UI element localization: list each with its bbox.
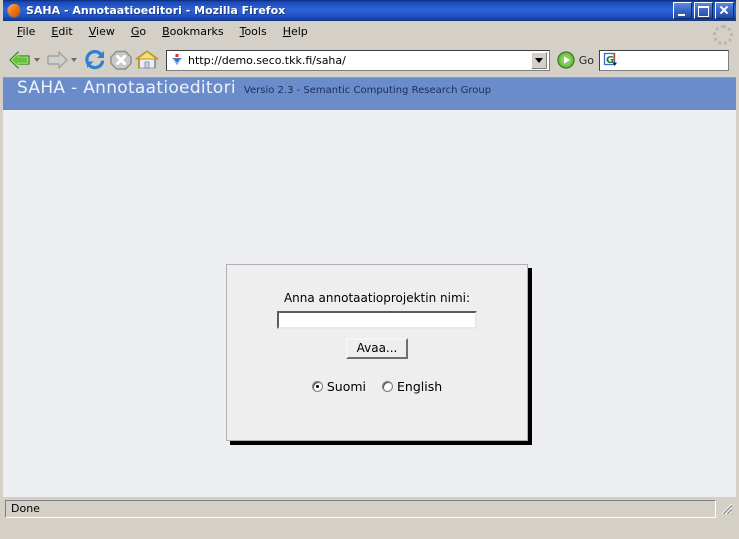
menu-item-help-rest: elp xyxy=(290,25,308,38)
close-button[interactable] xyxy=(715,2,734,19)
menu-item-file-rest: ile xyxy=(22,25,36,38)
navigation-toolbar: http://demo.seco.tkk.fi/saha/ Go G xyxy=(3,43,736,77)
google-g-icon[interactable]: G xyxy=(603,52,619,68)
reload-icon xyxy=(85,50,105,70)
site-banner: SAHA - Annotaatioeditori Versio 2.3 - Se… xyxy=(3,78,736,110)
browser-window: SAHA - Annotaatioeditori - Mozilla Firef… xyxy=(0,0,739,539)
project-name-input[interactable] xyxy=(277,311,477,329)
resize-grip-icon[interactable] xyxy=(718,500,734,518)
menu-item-view-rest: iew xyxy=(96,25,115,38)
go-label: Go xyxy=(578,53,594,67)
svg-text:G: G xyxy=(606,55,614,66)
site-favicon xyxy=(170,53,184,67)
language-label-suomi: Suomi xyxy=(326,379,366,394)
home-button[interactable] xyxy=(134,48,160,72)
menu-item-view[interactable]: View xyxy=(81,23,123,40)
firefox-icon xyxy=(6,3,22,19)
home-icon xyxy=(135,50,159,69)
page-viewport: SAHA - Annotaatioeditori Versio 2.3 - Se… xyxy=(3,77,736,497)
maximize-button[interactable] xyxy=(694,2,713,19)
minimize-button[interactable] xyxy=(673,2,692,19)
stop-icon xyxy=(110,50,132,70)
menu-item-go-rest: o xyxy=(139,25,147,38)
back-dropdown-caret[interactable] xyxy=(34,58,40,62)
radio-suomi-icon[interactable] xyxy=(311,381,323,392)
back-arrow-icon xyxy=(8,49,32,71)
menu-item-go[interactable]: Go xyxy=(123,23,154,40)
menu-item-bookmarks[interactable]: Bookmarks xyxy=(154,23,231,40)
language-option-english[interactable]: English xyxy=(382,379,442,394)
banner-title: SAHA - Annotaatioeditori xyxy=(17,78,236,98)
menu-item-file[interactable]: File xyxy=(9,23,43,40)
menu-item-edit[interactable]: Edit xyxy=(43,23,80,40)
menu-bar: File Edit View Go Bookmarks Tools Help xyxy=(3,21,736,45)
status-bar: Done xyxy=(3,497,736,519)
throbber-icon xyxy=(710,22,733,45)
menu-item-tools-rest: ools xyxy=(244,25,267,38)
menu-item-edit-rest: dit xyxy=(58,25,73,38)
forward-button[interactable] xyxy=(45,49,82,71)
language-radio-group: Suomi English xyxy=(227,379,527,394)
window-title: SAHA - Annotaatioeditori - Mozilla Firef… xyxy=(26,4,286,17)
url-bar[interactable]: http://demo.seco.tkk.fi/saha/ xyxy=(166,49,550,71)
language-label-english: English xyxy=(397,379,443,394)
banner-subtitle: Versio 2.3 - Semantic Computing Research… xyxy=(243,85,492,96)
go-arrow-icon xyxy=(557,51,575,69)
menu-item-tools[interactable]: Tools xyxy=(232,23,275,40)
menu-item-bookmarks-rest: ookmarks xyxy=(169,25,224,38)
forward-arrow-icon xyxy=(45,49,69,71)
radio-english-icon[interactable] xyxy=(382,381,393,392)
window-controls xyxy=(673,2,734,19)
dialog-content: Anna annotaatioprojektin nimi: Avaa... S… xyxy=(227,265,527,394)
title-bar[interactable]: SAHA - Annotaatioeditori - Mozilla Firef… xyxy=(3,0,736,21)
project-name-label: Anna annotaatioprojektin nimi: xyxy=(283,291,471,305)
reload-button[interactable] xyxy=(82,48,108,72)
open-button[interactable]: Avaa... xyxy=(345,338,409,359)
menu-item-help[interactable]: Help xyxy=(275,23,316,40)
language-option-suomi[interactable]: Suomi xyxy=(311,379,366,394)
open-button-row: Avaa... xyxy=(227,329,527,359)
stop-button[interactable] xyxy=(108,48,134,72)
forward-dropdown-caret[interactable] xyxy=(71,58,77,62)
url-dropdown-button[interactable] xyxy=(530,51,547,69)
project-open-dialog: Anna annotaatioprojektin nimi: Avaa... S… xyxy=(226,264,528,441)
status-text: Done xyxy=(5,499,716,518)
go-button[interactable]: Go xyxy=(557,51,599,69)
search-bar[interactable]: G xyxy=(599,49,729,71)
url-text[interactable]: http://demo.seco.tkk.fi/saha/ xyxy=(188,54,531,67)
chevron-down-icon xyxy=(534,57,543,63)
back-button[interactable] xyxy=(8,49,45,71)
